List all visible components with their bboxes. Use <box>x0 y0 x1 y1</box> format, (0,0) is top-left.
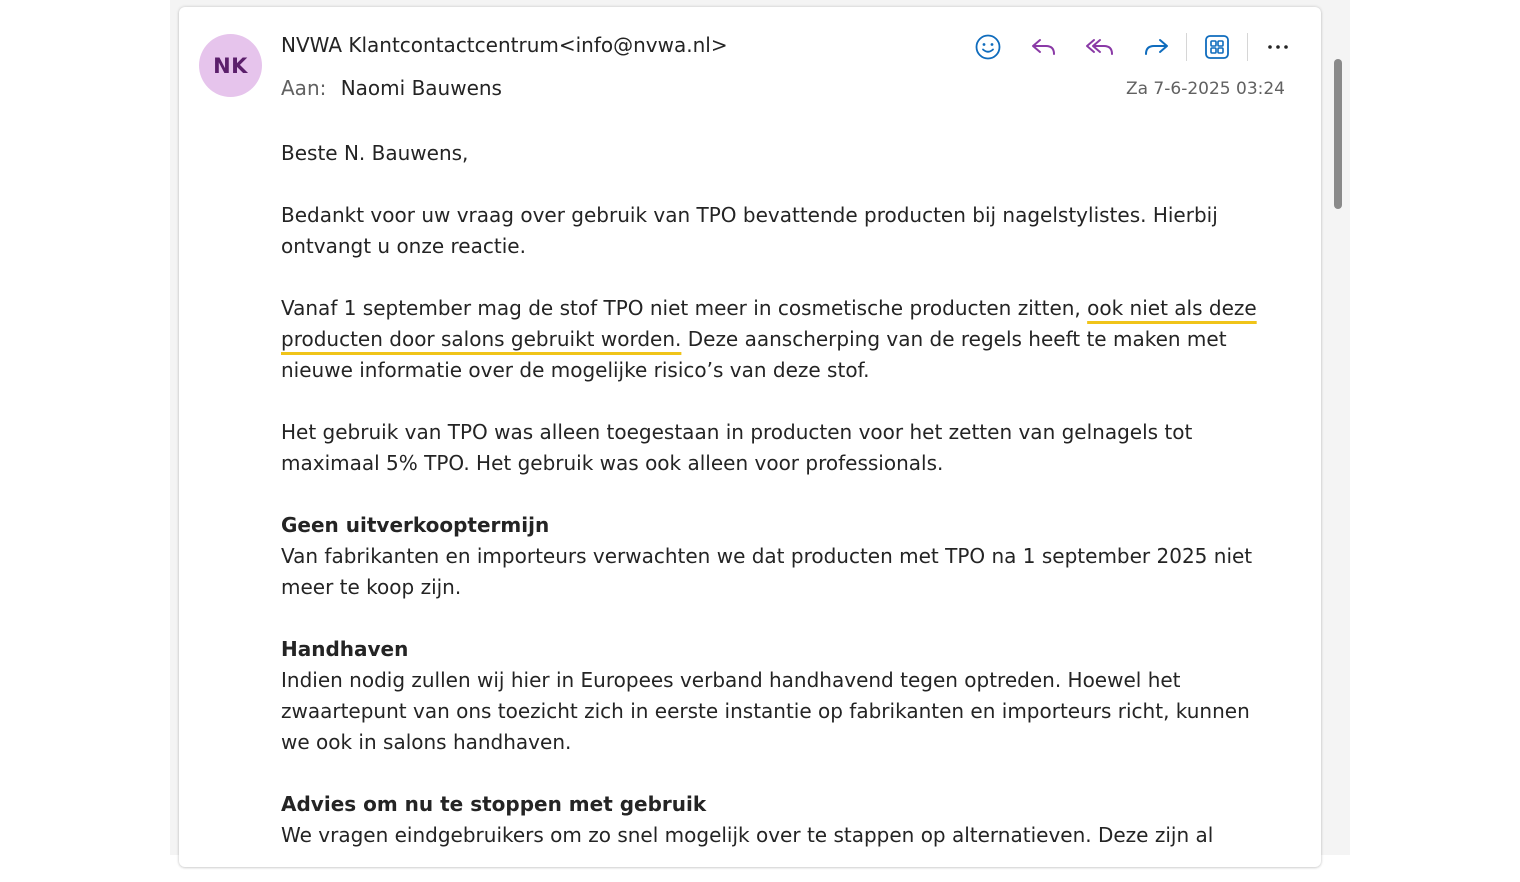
heading-no-sellout: Geen uitverkooptermijn <box>281 513 550 537</box>
greeting: Beste N. Bauwens, <box>281 141 469 165</box>
more-actions-button[interactable] <box>1257 29 1299 65</box>
emoji-button[interactable] <box>967 29 1009 65</box>
apps-button[interactable] <box>1196 29 1238 65</box>
avatar-initials: NK <box>213 53 248 78</box>
message-date: Za 7-6-2025 03:24 <box>1125 79 1285 99</box>
scrollbar-thumb[interactable] <box>1334 59 1342 209</box>
reply-button[interactable] <box>1023 29 1065 65</box>
more-icon <box>1268 45 1288 49</box>
recipient-line: Aan: Naomi Bauwens <box>281 76 502 100</box>
reply-all-button[interactable] <box>1079 29 1121 65</box>
paragraph-enforce: Indien nodig zullen wij hier in Europees… <box>281 668 1250 754</box>
message-toolbar <box>960 28 1306 66</box>
heading-advice: Advies om nu te stoppen met gebruik <box>281 792 707 816</box>
toolbar-divider <box>1186 33 1187 61</box>
message-body: Beste N. Bauwens, Bedankt voor uw vraag … <box>281 138 1281 882</box>
reply-all-icon <box>1086 39 1113 55</box>
sender-name[interactable]: NVWA Klantcontactcentrum<info@nvwa.nl> <box>281 33 728 57</box>
paragraph-ban-start: Vanaf 1 september mag de stof TPO niet m… <box>281 296 1088 320</box>
paragraph-intro: Bedankt voor uw vraag over gebruik van T… <box>281 203 1218 258</box>
paragraph-usage: Het gebruik van TPO was alleen toegestaa… <box>281 420 1193 475</box>
sender-avatar[interactable]: NK <box>199 34 262 97</box>
toolbar-divider <box>1247 33 1248 61</box>
paragraph-ban: Vanaf 1 september mag de stof TPO niet m… <box>281 293 1281 386</box>
recipient-label: Aan: <box>281 76 327 100</box>
forward-button[interactable] <box>1135 29 1177 65</box>
recipient-name[interactable]: Naomi Bauwens <box>341 76 502 100</box>
forward-icon <box>1145 39 1168 55</box>
paragraph-advice: We vragen eindgebruikers om zo snel moge… <box>281 823 1214 847</box>
apps-icon <box>1205 35 1229 59</box>
reply-icon <box>1032 39 1055 55</box>
heading-enforce: Handhaven <box>281 637 409 661</box>
emoji-icon <box>975 34 1001 60</box>
paragraph-no-sellout: Van fabrikanten en importeurs verwachten… <box>281 544 1253 599</box>
